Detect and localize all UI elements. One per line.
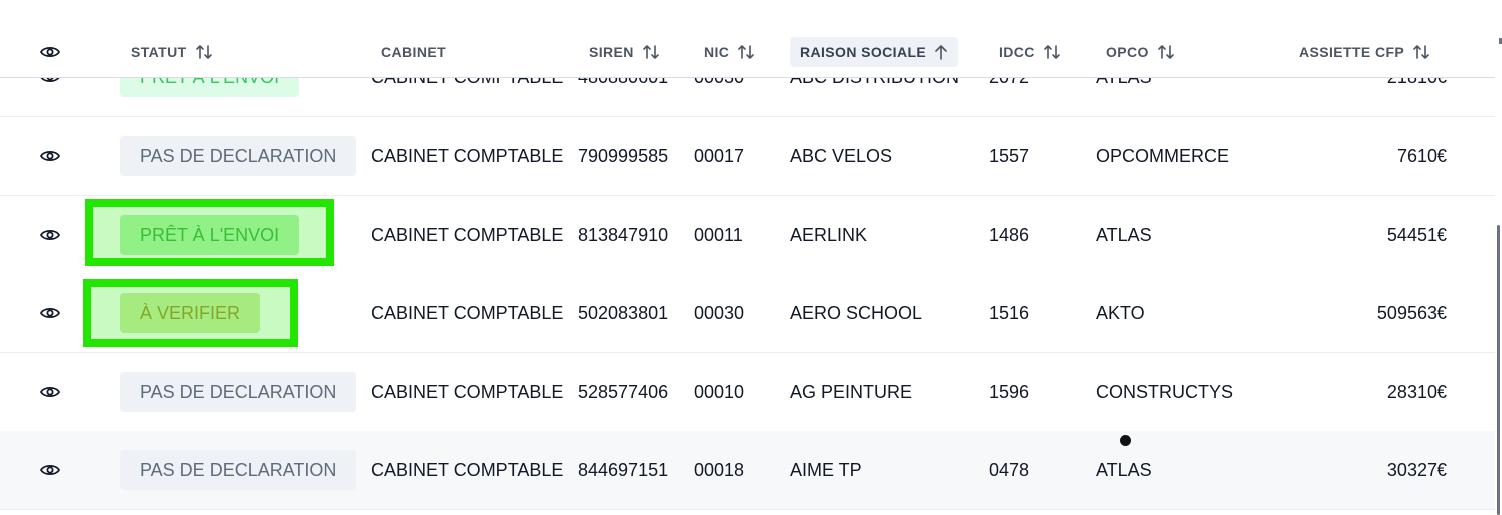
table-row[interactable]: PAS DE DECLARATION CABINET COMPTABLE 528…: [0, 353, 1495, 432]
status-cell: PAS DE DECLARATION: [120, 117, 357, 195]
siren-cell: 528577406: [578, 381, 669, 402]
status-highlight-box: [83, 279, 298, 347]
view-row-button[interactable]: [40, 274, 60, 352]
sort-arrows-icon[interactable]: [1157, 44, 1175, 60]
nic-cell: 00018: [694, 459, 745, 480]
opco-cell: ATLAS: [1096, 224, 1152, 245]
column-header-label: OPCO: [1106, 44, 1149, 60]
raison-sociale-cell: AIME TP: [790, 459, 862, 480]
cabinet-cell: CABINET COMPTABLE: [371, 459, 564, 480]
view-column-header: [40, 37, 60, 67]
opco-cell: AKTO: [1096, 302, 1145, 323]
opco-cell: CONSTRUCTYS: [1096, 381, 1234, 402]
table-row[interactable]: PAS DE DECLARATION CABINET COMPTABLE 790…: [0, 117, 1495, 196]
view-row-button[interactable]: [40, 117, 60, 195]
sort-arrows-icon[interactable]: [1412, 44, 1430, 60]
column-header-label: SIREN: [589, 44, 634, 60]
column-header-label: IDCC: [999, 44, 1035, 60]
siren-cell: 844697151: [578, 459, 669, 480]
status-highlight-box: [85, 199, 334, 266]
view-row-button[interactable]: [40, 196, 60, 274]
view-row-button[interactable]: [40, 353, 60, 431]
status-badge: PAS DE DECLARATION: [120, 136, 357, 176]
assiette-cell: 30327€: [1386, 459, 1447, 480]
nic-cell: 00011: [694, 224, 743, 245]
mouse-cursor: [1120, 435, 1131, 446]
assiette-cell: 509563€: [1376, 302, 1447, 323]
eye-icon: [40, 385, 60, 399]
column-header-label: STATUT: [131, 44, 187, 60]
scrollbar-thumb[interactable]: [1497, 225, 1500, 515]
nic-cell: 00010: [694, 381, 745, 402]
column-header-opco[interactable]: OPCO: [1106, 37, 1175, 67]
column-header-idcc[interactable]: IDCC: [999, 37, 1061, 67]
raison-sociale-cell: ABC VELOS: [790, 145, 893, 166]
column-header-nic[interactable]: NIC: [704, 37, 755, 67]
sort-arrows-icon[interactable]: [1043, 44, 1061, 60]
sort-arrows-icon[interactable]: [737, 44, 755, 60]
opco-cell: OPCOMMERCE: [1096, 145, 1230, 166]
siren-cell: 790999585: [578, 145, 669, 166]
siren-cell: 813847910: [578, 224, 669, 245]
column-header-cabinet[interactable]: CABINET: [381, 37, 446, 67]
column-header-statut[interactable]: STATUT: [131, 37, 213, 67]
idcc-cell: 0478: [989, 459, 1030, 480]
assiette-cell: 7610€: [1396, 145, 1447, 166]
status-badge: PAS DE DECLARATION: [120, 372, 357, 412]
column-header-siren[interactable]: SIREN: [589, 37, 660, 67]
idcc-cell: 1486: [989, 224, 1030, 245]
eye-icon: [40, 463, 60, 477]
eye-icon: [40, 149, 60, 163]
column-header-label: NIC: [704, 44, 730, 60]
cabinet-cell: CABINET COMPTABLE: [371, 302, 564, 323]
cabinet-cell: CABINET COMPTABLE: [371, 381, 564, 402]
status-cell: PAS DE DECLARATION: [120, 353, 357, 431]
eye-icon: [40, 45, 60, 59]
status-cell: PAS DE DECLARATION: [120, 431, 357, 509]
view-row-button[interactable]: [40, 431, 60, 509]
assiette-cell: 28310€: [1386, 381, 1447, 402]
idcc-cell: 1596: [989, 381, 1030, 402]
table-row[interactable]: PAS DE DECLARATION CABINET COMPTABLE 844…: [0, 431, 1495, 510]
status-badge: PAS DE DECLARATION: [120, 450, 357, 490]
raison-sociale-cell: AG PEINTURE: [790, 381, 913, 402]
nic-cell: 00017: [694, 145, 745, 166]
sort-arrows-icon[interactable]: [642, 44, 660, 60]
idcc-cell: 1557: [989, 145, 1030, 166]
column-header-label: ASSIETTE CFP: [1299, 44, 1405, 60]
raison-sociale-cell: AERLINK: [790, 224, 868, 245]
declarations-table: PRÊT À L'ENVOI CABINET COMPTABLE 4808806…: [0, 0, 1502, 515]
siren-cell: 502083801: [578, 302, 669, 323]
column-header-assiette-cfp[interactable]: ASSIETTE CFP: [1299, 37, 1430, 67]
sort-arrows-icon[interactable]: [195, 44, 213, 60]
assiette-cell: 54451€: [1386, 224, 1447, 245]
nic-cell: 00030: [694, 302, 745, 323]
column-header-label: CABINET: [381, 44, 447, 60]
eye-icon: [40, 228, 60, 242]
cabinet-cell: CABINET COMPTABLE: [371, 145, 564, 166]
table-header: STATUT CABINET SIREN NIC RAISON SOCIALE …: [0, 0, 1495, 78]
column-header-label: RAISON SOCIALE: [800, 44, 927, 60]
raison-sociale-cell: AERO SCHOOL: [790, 302, 923, 323]
arrow-up-icon[interactable]: [934, 44, 948, 60]
idcc-cell: 1516: [989, 302, 1030, 323]
cabinet-cell: CABINET COMPTABLE: [371, 224, 564, 245]
eye-icon: [40, 306, 60, 320]
column-header-raison-sociale[interactable]: RAISON SOCIALE: [790, 37, 959, 67]
vertical-scrollbar[interactable]: [1495, 0, 1502, 515]
